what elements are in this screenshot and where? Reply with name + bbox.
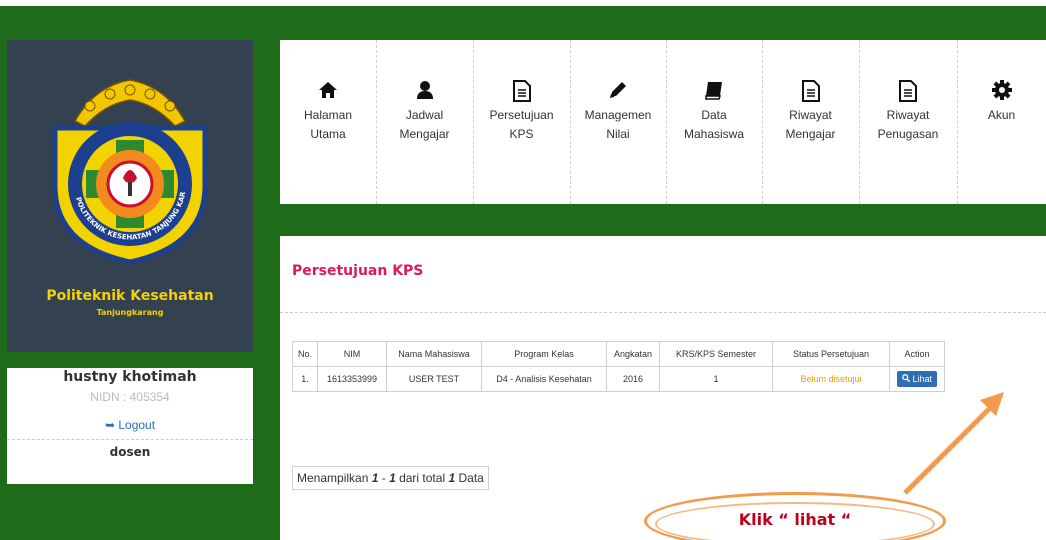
sidebar-brand-panel: POLITEKNIK KESEHATAN TANJUNG KARANG Poli… [7,40,253,352]
user-icon [376,80,473,102]
nav-label: Halaman Utama [303,108,353,141]
user-nidn: NIDN : 405354 [90,390,170,404]
nav-label: Riwayat Mengajar [785,108,836,141]
nav-label: Persetujuan KPS [489,108,554,141]
nav-managemen-nilai[interactable]: Managemen Nilai [570,40,667,204]
page-title: Persetujuan KPS [292,263,424,279]
column-header: KRS/KPS Semester [659,341,773,367]
nav-label: Managemen Nilai [584,108,652,141]
pencil-icon [570,80,666,102]
annotation-text: Klik “ lihat “ [738,510,852,529]
nav-label: Riwayat Penugasan [877,108,939,141]
column-header: NIM [317,341,387,367]
column-header: Program Kelas [481,341,607,367]
column-header: Nama Mahasiswa [386,341,482,367]
lihat-button[interactable]: Lihat [896,371,938,387]
column-header: Status Persetujuan [772,341,890,367]
cell-semester: 1 [659,366,773,392]
table-header-row: No. NIM Nama Mahasiswa Program Kelas Ang… [292,341,945,367]
cell-program: D4 - Analisis Kesehatan [481,366,607,392]
nav-riwayat-penugasan[interactable]: Riwayat Penugasan [859,40,958,204]
book-icon [666,80,762,102]
pagination-summary: Menampilkan 1 - 1 dari total 1 Data [292,466,489,490]
nav-riwayat-mengajar[interactable]: Riwayat Mengajar [762,40,860,204]
brand-subtitle: Tanjungkarang [96,308,164,317]
table-row: 1. 1613353999 USER TEST D4 - Analisis Ke… [292,366,945,392]
column-header: No. [292,341,318,367]
gear-icon [957,80,1046,102]
nav-label: Jadwal Mengajar [399,108,450,141]
nav-akun[interactable]: Akun [957,40,1046,204]
cell-action: Lihat [889,366,945,392]
user-role: dosen [109,445,151,459]
kps-table: No. NIM Nama Mahasiswa Program Kelas Ang… [292,341,945,392]
document-icon [473,80,570,102]
nav-persetujuan-kps[interactable]: Persetujuan KPS [473,40,571,204]
sidebar: POLITEKNIK KESEHATAN TANJUNG KARANG Poli… [7,40,253,540]
column-header: Action [889,341,945,367]
column-header: Angkatan [606,341,660,367]
document-icon [859,80,957,102]
page: POLITEKNIK KESEHATAN TANJUNG KARANG Poli… [0,0,1046,540]
user-info-panel: hustny khotimah NIDN : 405354 ➥ Logout d… [7,368,253,484]
cell-nim: 1613353999 [317,366,387,392]
logout-link[interactable]: ➥ Logout [7,418,253,432]
nav-label: Akun [987,108,1016,122]
cell-nama: USER TEST [386,366,482,392]
status-badge: Belum disetujui [772,366,890,392]
main-content-panel: Persetujuan KPS No. NIM Nama Mahasiswa P… [280,236,1046,540]
home-icon [280,80,376,102]
divider [7,439,253,440]
nav-label: Data Mahasiswa [683,108,745,141]
lihat-label: Lihat [912,374,933,384]
institution-logo: POLITEKNIK KESEHATAN TANJUNG KARANG [35,66,208,265]
top-navigation: Halaman Utama Jadwal Mengajar Persetujuan K… [280,40,1046,204]
search-icon [902,374,913,384]
logout-icon: ➥ [104,418,115,432]
cell-angkatan: 2016 [606,366,660,392]
cell-no: 1. [292,366,318,392]
nav-data-mahasiswa[interactable]: Data Mahasiswa [666,40,763,204]
nav-jadwal-mengajar[interactable]: Jadwal Mengajar [376,40,474,204]
user-name: hustny khotimah [63,369,197,385]
brand-name: Politeknik Kesehatan [46,288,214,304]
document-icon [762,80,859,102]
divider [280,312,1046,313]
nav-halaman-utama[interactable]: Halaman Utama [280,40,377,204]
logout-label: Logout [118,418,156,432]
